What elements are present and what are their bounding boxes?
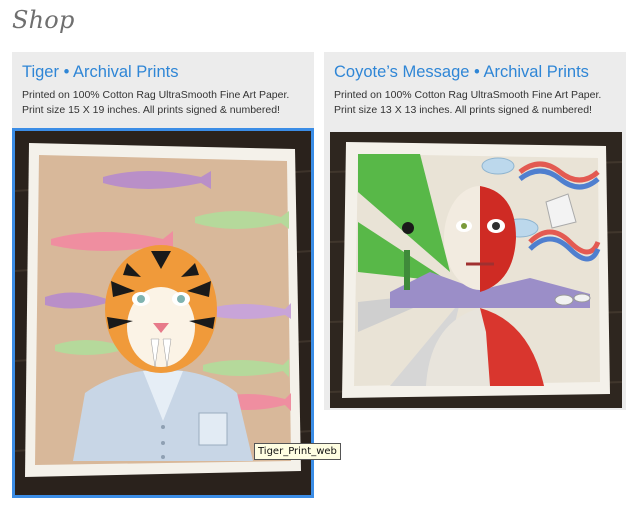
description-line: Printed on 100% Cotton Rag UltraSmooth F…: [334, 89, 602, 101]
page-title: Shop: [12, 6, 75, 34]
description-line: Print size 15 X 19 inches. All prints si…: [22, 103, 280, 116]
description-line: Printed on 100% Cotton Rag UltraSmooth F…: [22, 89, 290, 101]
product-image-link[interactable]: [330, 132, 622, 408]
product-header: Coyote’s Message • Archival Prints Print…: [334, 62, 620, 117]
tiger-print-image[interactable]: [15, 131, 311, 495]
product-card-tiger: Tiger • Archival Prints Printed on 100% …: [12, 52, 314, 498]
product-title-link[interactable]: Tiger • Archival Prints: [22, 62, 308, 82]
product-description: Printed on 100% Cotton Rag UltraSmooth F…: [334, 88, 620, 117]
coyotes-message-print-image[interactable]: [330, 132, 622, 408]
product-title-link[interactable]: Coyote’s Message • Archival Prints: [334, 62, 620, 82]
product-description: Printed on 100% Cotton Rag UltraSmooth F…: [22, 88, 308, 117]
image-tooltip: Tiger_Print_web: [254, 443, 341, 460]
description-line: Print size 13 X 13 inches. All prints si…: [334, 103, 592, 116]
product-card-coyotes-message: Coyote’s Message • Archival Prints Print…: [324, 52, 626, 410]
product-header: Tiger • Archival Prints Printed on 100% …: [22, 62, 308, 117]
